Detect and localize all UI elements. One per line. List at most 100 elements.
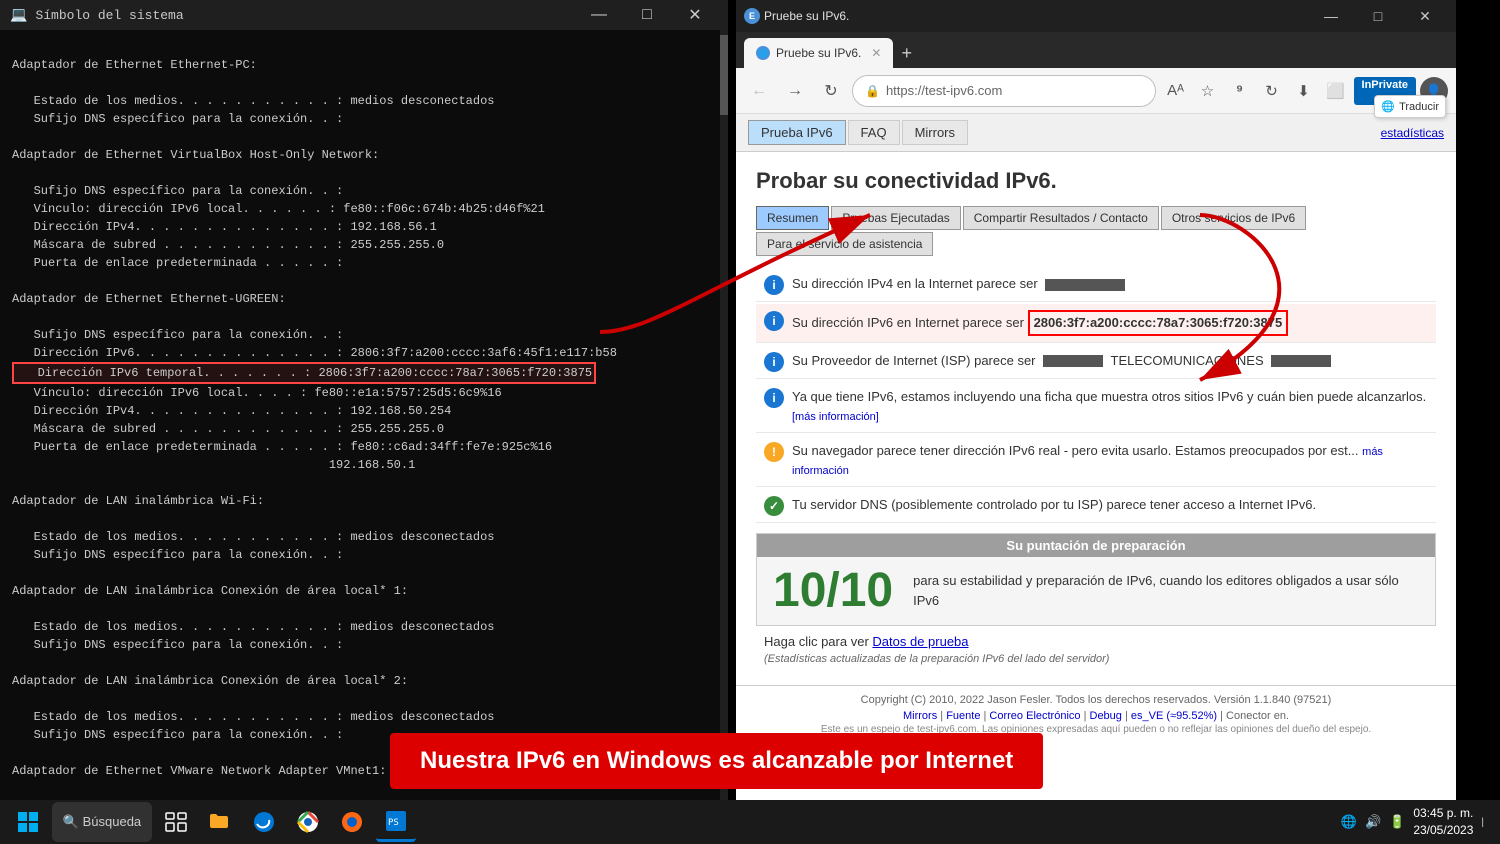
browser-close-button[interactable]: ✕ xyxy=(1402,0,1448,32)
sub-tab-compartir[interactable]: Compartir Resultados / Contacto xyxy=(963,206,1159,230)
read-mode-button[interactable]: Aᴬ xyxy=(1162,77,1190,105)
web-nav-tab-mirrors[interactable]: Mirrors xyxy=(902,120,968,145)
taskbar: 🔍 Búsqueda xyxy=(0,800,1500,844)
cmd-scrollbar[interactable] xyxy=(720,30,728,844)
info-row-isp: i Su Proveedor de Internet (ISP) parece … xyxy=(756,345,1436,379)
clock-time: 03:45 p. m. xyxy=(1413,805,1473,822)
taskbar-edge-button[interactable] xyxy=(244,802,284,842)
taskbar-search-button[interactable]: 🔍 Búsqueda xyxy=(52,802,152,842)
taskbar-firefox-button[interactable] xyxy=(332,802,372,842)
data-link: Haga clic para ver Datos de prueba xyxy=(756,634,1436,649)
cmd-line: Adaptador de Ethernet Ethernet-PC: xyxy=(12,56,716,74)
cmd-line: Estado de los medios. . . . . . . . . . … xyxy=(12,92,716,110)
refresh-button[interactable]: ↻ xyxy=(1258,77,1286,105)
cmd-line xyxy=(12,510,716,528)
screenshot-button[interactable]: ⬇ xyxy=(1290,77,1318,105)
cmd-line xyxy=(12,128,716,146)
web-nav-tab-prueba[interactable]: Prueba IPv6 xyxy=(748,120,846,145)
estadisticas-link[interactable]: estadísticas xyxy=(1381,126,1444,140)
tab-close-icon[interactable]: ✕ xyxy=(871,46,881,60)
cmd-controls: — □ ✕ xyxy=(576,0,718,30)
footer-link-debug[interactable]: Debug xyxy=(1090,710,1122,722)
info-text-ipv6: Su dirección IPv6 en Internet parece ser… xyxy=(792,310,1288,336)
cmd-line: Dirección IPv6. . . . . . . . . . . . . … xyxy=(12,344,716,362)
cmd-line: Estado de los medios. . . . . . . . . . … xyxy=(12,618,716,636)
ipv6-sites-link[interactable]: [más información] xyxy=(792,411,879,423)
footer-link-email[interactable]: Correo Electrónico xyxy=(989,710,1080,722)
taskbar-powershell-button[interactable]: PS xyxy=(376,802,416,842)
site-heading: Probar su conectividad IPv6. xyxy=(756,168,1436,194)
sub-tab-resumen[interactable]: Resumen xyxy=(756,206,829,230)
time-display[interactable]: 03:45 p. m. 23/05/2023 xyxy=(1413,805,1473,839)
info-rows: i Su dirección IPv4 en la Internet parec… xyxy=(756,268,1436,523)
cmd-line: Puerta de enlace predeterminada . . . . … xyxy=(12,438,716,456)
cmd-line: Máscara de subred . . . . . . . . . . . … xyxy=(12,236,716,254)
browser-title-text: Pruebe su IPv6. xyxy=(764,9,849,23)
taskbar-volume-icon[interactable]: 🔊 xyxy=(1365,814,1381,830)
cmd-line: Dirección IPv4. . . . . . . . . . . . . … xyxy=(12,218,716,236)
cmd-line: 192.168.50.1 xyxy=(12,456,716,474)
cmd-line: Vínculo: dirección IPv6 local. . . . : f… xyxy=(12,384,716,402)
taskbar-explorer-button[interactable] xyxy=(200,802,240,842)
data-link-anchor[interactable]: Datos de prueba xyxy=(872,634,968,649)
data-link-prefix: Haga clic para ver xyxy=(764,634,872,649)
tab-favicon-icon: 🌐 xyxy=(756,46,770,60)
info-text-isp: Su Proveedor de Internet (ISP) parece se… xyxy=(792,351,1335,371)
web-nav-tab-faq[interactable]: FAQ xyxy=(848,120,900,145)
footer-link-locale[interactable]: es_VE (≈95.52%) xyxy=(1131,710,1217,722)
lock-icon: 🔒 xyxy=(865,84,880,98)
footer-links: Mirrors | Fuente | Correo Electrónico | … xyxy=(748,710,1444,722)
taskbar-battery-icon[interactable]: 🔋 xyxy=(1389,814,1405,830)
new-tab-button[interactable]: + xyxy=(895,38,918,68)
browser-minimize-button[interactable]: — xyxy=(1308,0,1354,32)
warning-link[interactable]: más información xyxy=(792,446,1383,478)
cmd-line: Sufijo DNS específico para la conexión. … xyxy=(12,182,716,200)
info-icon-green: ✓ xyxy=(764,496,784,516)
info-icon-blue-1: i xyxy=(764,275,784,295)
sidebar-button[interactable]: ⬜ xyxy=(1322,77,1350,105)
browser-maximize-button[interactable]: □ xyxy=(1355,0,1401,32)
footer-link-fuente[interactable]: Fuente xyxy=(946,710,980,722)
show-desktop-button[interactable]: | xyxy=(1481,817,1484,828)
cmd-maximize-button[interactable]: □ xyxy=(624,0,670,30)
isp-redacted xyxy=(1043,355,1103,367)
favorites-button[interactable]: ☆ xyxy=(1194,77,1222,105)
sub-tab-otros[interactable]: Otros servicios de IPv6 xyxy=(1161,206,1306,230)
browser-tab-active[interactable]: 🌐 Pruebe su IPv6. ✕ xyxy=(744,38,893,68)
translate-widget[interactable]: 🌐 Traducir xyxy=(1374,114,1446,118)
cmd-line: Puerta de enlace predeterminada . . . . … xyxy=(12,254,716,272)
website-nav-tabs: Prueba IPv6 FAQ Mirrors xyxy=(748,120,968,145)
browser-tab-title: Pruebe su IPv6. xyxy=(776,46,861,60)
cmd-line xyxy=(12,308,716,326)
cmd-titlebar: 💻 Símbolo del sistema — □ ✕ xyxy=(0,0,728,30)
info-text-dns: Tu servidor DNS (posiblemente controlado… xyxy=(792,495,1316,515)
cmd-line: Sufijo DNS específico para la conexión. … xyxy=(12,110,716,128)
reload-button[interactable]: ↻ xyxy=(816,76,846,106)
cmd-line xyxy=(12,654,716,672)
cmd-line: Estado de los medios. . . . . . . . . . … xyxy=(12,528,716,546)
score-description: para su estabilidad y preparación de IPv… xyxy=(913,571,1419,610)
collections-button[interactable]: ⁹ xyxy=(1226,77,1254,105)
cmd-minimize-button[interactable]: — xyxy=(576,0,622,30)
back-button[interactable]: ← xyxy=(744,76,774,106)
info-row-dns: ✓ Tu servidor DNS (posiblemente controla… xyxy=(756,489,1436,523)
clock-date: 23/05/2023 xyxy=(1413,822,1473,839)
taskbar-start-button[interactable] xyxy=(8,802,48,842)
taskbar-network-icon[interactable]: 🌐 xyxy=(1341,814,1357,830)
forward-button[interactable]: → xyxy=(780,76,810,106)
cmd-line xyxy=(12,474,716,492)
footer-link-mirrors[interactable]: Mirrors xyxy=(903,710,937,722)
address-input[interactable]: 🔒 https://test-ipv6.com xyxy=(852,75,1156,107)
cmd-line xyxy=(12,600,716,618)
cmd-close-button[interactable]: ✕ xyxy=(672,0,718,30)
taskbar-chrome-button[interactable] xyxy=(288,802,328,842)
sub-tab-pruebas[interactable]: Pruebas Ejecutadas xyxy=(831,206,960,230)
cmd-line: Vínculo: dirección IPv6 local. . . . . .… xyxy=(12,200,716,218)
red-banner: Nuestra IPv6 en Windows es alcanzable po… xyxy=(390,733,1043,789)
info-text-ipv4: Su dirección IPv4 en la Internet parece … xyxy=(792,274,1129,294)
sub-tab-asistencia[interactable]: Para el servicio de asistencia xyxy=(756,232,933,256)
cmd-line: Adaptador de LAN inalámbrica Wi-Fi: xyxy=(12,492,716,510)
copyright-text: Copyright (C) 2010, 2022 Jason Fesler. T… xyxy=(748,694,1444,706)
taskbar-taskview-button[interactable] xyxy=(156,802,196,842)
cmd-line: Máscara de subred . . . . . . . . . . . … xyxy=(12,420,716,438)
